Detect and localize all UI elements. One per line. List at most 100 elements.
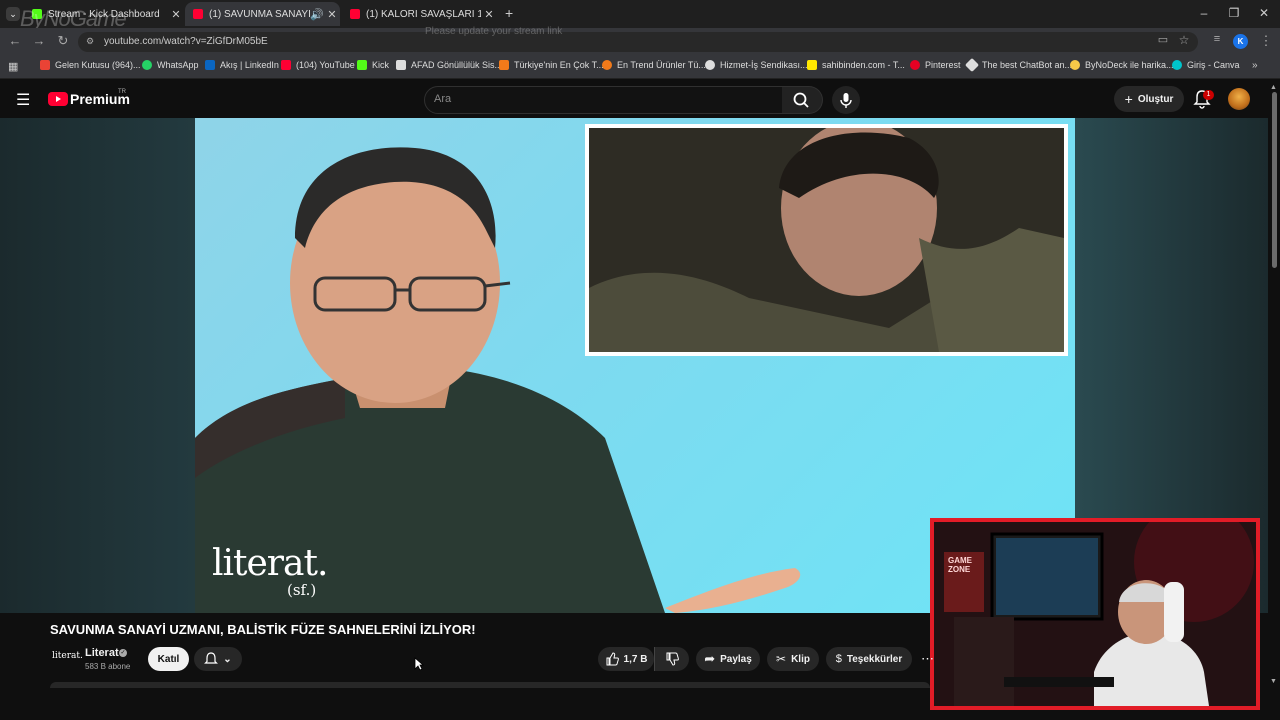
tab-search-button[interactable]: ⌄: [6, 7, 20, 21]
bookmark-label: The best ChatBot an...: [982, 60, 1073, 70]
tab-label: (1) SAVUNMA SANAYİ UZMAN: [209, 8, 310, 20]
bookmark-label: ByNoDeck ile harika...: [1085, 60, 1174, 70]
bookmark-pinterest[interactable]: Pinterest: [910, 60, 961, 70]
share-arrow-icon: ➦: [704, 651, 716, 666]
subscribed-bell-button[interactable]: ⌄: [194, 647, 242, 671]
bookmark-label: sahibinden.com - T...: [822, 60, 905, 70]
chevron-down-icon: ⌄: [223, 653, 232, 665]
menu-hamburger-icon[interactable]: ☰: [16, 90, 30, 110]
site-info-icon[interactable]: ⚙: [86, 36, 94, 47]
tab-kalori-savaslari[interactable]: (1) KALORİ SAVAŞLARI 1. BÖLÜ ✕: [342, 2, 497, 26]
bookmark-hizmet-is[interactable]: Hizmet-İş Sendikası...: [705, 60, 808, 70]
close-icon[interactable]: ✕: [324, 8, 340, 21]
video-title: SAVUNMA SANAYİ UZMANI, BALİSTİK FÜZE SAH…: [50, 622, 476, 637]
window-close-button[interactable]: ✕: [1254, 6, 1274, 20]
close-icon[interactable]: ✕: [481, 8, 497, 21]
afad-icon: [396, 60, 406, 70]
whatsapp-icon: [142, 60, 152, 70]
playlist-icon[interactable]: ≡: [1208, 33, 1226, 45]
back-icon[interactable]: ←: [6, 33, 24, 48]
subscriber-count: 583 B abone: [85, 662, 131, 671]
reload-icon[interactable]: ↻: [54, 33, 72, 49]
speaker-icon[interactable]: 🔊: [310, 8, 324, 21]
new-tab-button[interactable]: +: [505, 5, 513, 21]
notification-count-badge: 1: [1203, 90, 1214, 100]
scroll-down-icon[interactable]: ▼: [1270, 678, 1277, 685]
bookmark-afad[interactable]: AFAD Gönüllülük Sis...: [396, 60, 502, 70]
more-actions-icon[interactable]: ⋯: [921, 651, 934, 667]
ambient-left: [0, 118, 195, 613]
scissors-icon: ✂: [776, 652, 787, 666]
dislike-button[interactable]: [654, 647, 689, 671]
share-label: Paylaş: [720, 653, 752, 665]
profile-avatar[interactable]: K: [1233, 34, 1248, 49]
canva-icon: [1172, 60, 1182, 70]
chatbot-icon: [964, 57, 980, 73]
bookmark-label: Hizmet-İş Sendikası...: [720, 60, 808, 70]
bookmark-chatbot[interactable]: The best ChatBot an...: [964, 57, 1073, 73]
scrollbar-thumb[interactable]: [1272, 92, 1277, 268]
bookmark-star-icon[interactable]: ☆: [1175, 33, 1193, 47]
streamer-webcam-image: [934, 522, 1256, 706]
thanks-button[interactable]: $ Teşekkürler: [826, 647, 912, 671]
bookmark-bynodeck[interactable]: ByNoDeck ile harika...: [1070, 60, 1174, 70]
soldier-scene-image: [589, 128, 1064, 352]
bookmark-en-trend[interactable]: En Trend Ürünler Tü...: [602, 60, 706, 70]
channel-avatar[interactable]: literat.: [52, 651, 83, 661]
scroll-up-icon[interactable]: ▲: [1270, 84, 1277, 91]
bookmark-whatsapp[interactable]: WhatsApp: [142, 60, 199, 70]
video-inset-clip: [585, 124, 1068, 356]
kick-icon: [357, 60, 367, 70]
mouse-cursor-icon: [414, 657, 425, 676]
voice-search-mic-icon[interactable]: [832, 86, 860, 114]
bookmark-kick[interactable]: Kick: [357, 60, 389, 70]
close-icon[interactable]: ✕: [168, 8, 184, 21]
channel-name[interactable]: Literat: [85, 647, 119, 659]
bookmark-label: Akış | LinkedIn: [220, 60, 279, 70]
bookmark-youtube[interactable]: (104) YouTube: [281, 60, 355, 70]
bynodeck-icon: [1070, 60, 1080, 70]
like-count: 1,7 B: [623, 653, 648, 665]
plus-icon: +: [1124, 91, 1133, 107]
bookmark-trendyol[interactable]: Türkiye'nin En Çok T...: [499, 60, 604, 70]
cast-icon[interactable]: ▭: [1154, 33, 1172, 46]
youtube-icon: [350, 9, 360, 19]
maximize-button[interactable]: ❐: [1224, 6, 1244, 20]
linkedin-icon: [205, 60, 215, 70]
description-box[interactable]: [50, 682, 930, 688]
search-button[interactable]: [782, 86, 823, 114]
thumbs-down-icon: [666, 652, 679, 666]
bell-icon: [204, 652, 219, 664]
join-button[interactable]: Katıl: [148, 647, 189, 671]
tab-savunma-sanayi[interactable]: (1) SAVUNMA SANAYİ UZMAN 🔊 ✕: [185, 2, 340, 26]
youtube-icon: [193, 9, 203, 19]
forward-icon[interactable]: →: [30, 33, 48, 48]
gmail-icon: [40, 60, 50, 70]
more-bookmarks-icon[interactable]: »: [1252, 60, 1258, 71]
bookmark-label: (104) YouTube: [296, 60, 355, 70]
bookmark-label: WhatsApp: [157, 60, 199, 70]
minimize-button[interactable]: –: [1194, 6, 1214, 20]
bookmark-linkedin[interactable]: Akış | LinkedIn: [205, 60, 279, 70]
bookmark-sahibinden[interactable]: sahibinden.com - T...: [807, 60, 905, 70]
bookmark-label: Türkiye'nin En Çok T...: [514, 60, 604, 70]
thumbs-up-icon: [606, 652, 619, 666]
apps-grid-icon[interactable]: ▦: [8, 60, 18, 73]
bookmark-label: Gelen Kutusu (964)...: [55, 60, 141, 70]
youtube-logo-icon[interactable]: [48, 92, 68, 106]
like-button[interactable]: 1,7 B: [598, 647, 654, 671]
account-avatar[interactable]: [1228, 88, 1250, 110]
share-button[interactable]: ➦ Paylaş: [696, 647, 760, 671]
search-box[interactable]: [424, 86, 784, 114]
region-code: TR: [118, 89, 126, 95]
super-thanks-icon: $: [835, 653, 842, 665]
clip-button[interactable]: ✂ Klip: [767, 647, 819, 671]
pinterest-icon: [910, 60, 920, 70]
browser-menu-icon[interactable]: ⋮: [1257, 33, 1275, 49]
search-placeholder: Ara: [434, 93, 452, 105]
bookmark-gmail[interactable]: Gelen Kutusu (964)...: [40, 60, 141, 70]
bookmark-label: Giriş - Canva: [1187, 60, 1240, 70]
create-button[interactable]: + Oluştur: [1114, 86, 1184, 112]
literat-brand-sub: (sf.): [287, 581, 317, 599]
bookmark-canva[interactable]: Giriş - Canva: [1172, 60, 1240, 70]
